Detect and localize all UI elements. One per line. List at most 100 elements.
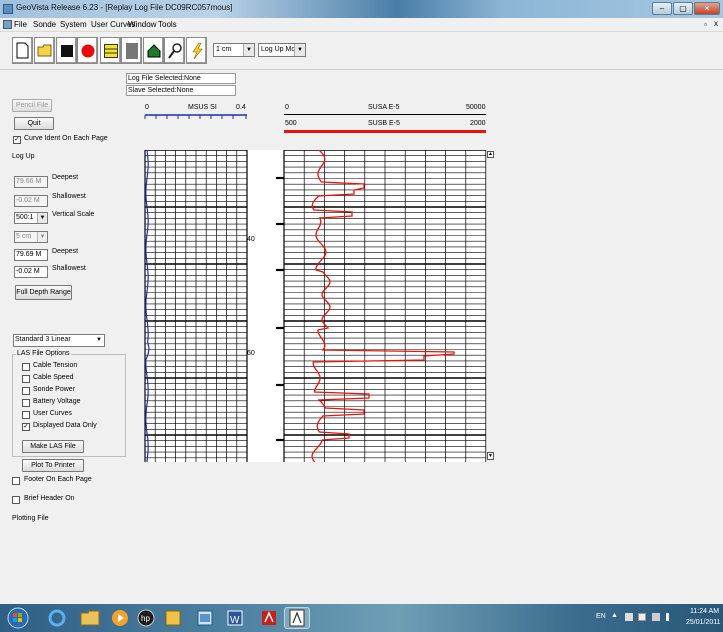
track2-grid <box>283 150 487 462</box>
new-document-icon <box>16 42 29 59</box>
chevron-down-icon[interactable]: ▼ <box>37 232 47 242</box>
plot-to-printer-button[interactable]: Plot To Printer <box>22 459 84 472</box>
gray-block-icon <box>125 42 138 59</box>
new-file-button[interactable] <box>12 37 33 64</box>
las-option-label: Battery Voltage <box>33 398 81 405</box>
taskbar-explorer[interactable] <box>77 607 103 629</box>
folder-icon <box>80 610 100 626</box>
las-option-checkbox[interactable] <box>22 399 30 407</box>
las-option-checkbox[interactable] <box>22 363 30 371</box>
house-button[interactable] <box>143 37 164 64</box>
track2b-max-label: 2000 <box>470 120 486 127</box>
folder-icon <box>37 44 52 57</box>
menu-tools[interactable]: Tools <box>158 20 177 29</box>
media-player-icon <box>112 610 128 626</box>
menu-file[interactable]: File <box>14 20 27 29</box>
template-value: Standard 3 Linear <box>15 336 71 343</box>
hp-icon: hp <box>137 609 155 627</box>
vertical-scale-label: Vertical Scale <box>52 211 95 218</box>
taskbar-hp[interactable]: hp <box>133 607 159 629</box>
doc-icon[interactable] <box>3 20 12 29</box>
mdi-restore-button[interactable]: ▫ <box>704 20 707 29</box>
tray-arrow-icon[interactable]: ▲ <box>611 612 618 619</box>
shallowest-field-2[interactable]: -0.02 M <box>14 266 48 278</box>
language-indicator[interactable]: EN <box>596 613 606 620</box>
cm-select[interactable]: 5 cm ▼ <box>14 231 48 243</box>
taskbar-app2[interactable] <box>192 607 218 629</box>
taskbar-media[interactable] <box>107 607 133 629</box>
gray-button[interactable] <box>121 37 142 64</box>
log-file-info: Log File Selected:None <box>126 73 236 84</box>
vertical-scale-select[interactable]: 500:1 ▼ <box>14 212 48 224</box>
depth-label-40: 40 <box>247 236 255 243</box>
word-icon: W <box>227 610 243 626</box>
track2-max-label: 50000 <box>466 104 486 111</box>
menu-sonde[interactable]: Sonde <box>33 20 56 29</box>
volume-icon[interactable] <box>666 613 674 621</box>
windows-start-icon <box>7 607 29 629</box>
taskbar-pdf[interactable] <box>256 607 282 629</box>
stop-button[interactable] <box>56 37 77 64</box>
red-circle-icon <box>81 44 94 57</box>
make-las-button[interactable]: Make LAS File <box>22 440 84 453</box>
track2-min-label: 0 <box>285 104 289 111</box>
taskbar-geovista[interactable] <box>284 607 310 629</box>
close-button[interactable]: ✕ <box>694 2 720 15</box>
scroll-down-icon[interactable]: ▼ <box>487 452 494 460</box>
lightning-button[interactable] <box>186 37 207 64</box>
menu-system[interactable]: System <box>60 20 87 29</box>
deepest-label-2: Deepest <box>52 248 79 255</box>
las-option-checkbox[interactable] <box>22 375 30 383</box>
open-file-button[interactable] <box>34 37 55 64</box>
track1-min-label: 0 <box>145 104 149 111</box>
plot-scrollbar[interactable]: ▲ ▼ <box>486 150 494 462</box>
taskbar: hp W EN ▲ 11:24 AM 25/01/2011 <box>0 604 723 632</box>
clock-time[interactable]: 11:24 AM <box>690 608 719 615</box>
las-options-title: LAS File Options <box>16 350 71 357</box>
start-button[interactable] <box>5 607 31 629</box>
track1-grid <box>144 150 248 462</box>
chevron-down-icon[interactable]: ▼ <box>94 335 104 346</box>
curve-ident-checkbox[interactable]: ✓ <box>13 136 21 144</box>
shallowest-label-2: Shallowest <box>52 265 86 272</box>
taskbar-app1[interactable] <box>160 607 186 629</box>
maximize-button[interactable]: ▢ <box>673 2 693 15</box>
scroll-up-icon[interactable]: ▲ <box>487 151 494 158</box>
mdi-close-button[interactable]: x <box>714 19 718 28</box>
las-option-checkbox[interactable]: ✓ <box>22 423 30 431</box>
menu-window[interactable]: Window <box>128 20 156 29</box>
chevron-down-icon[interactable]: ▼ <box>294 44 305 56</box>
brief-header-checkbox[interactable] <box>12 496 20 504</box>
search-button[interactable] <box>164 37 185 64</box>
menu-bar: File Sonde System User Curves Window Too… <box>0 18 723 32</box>
mode-combo[interactable]: Log Up Mode ▼ <box>258 43 306 57</box>
minimize-button[interactable]: – <box>652 2 672 15</box>
deepest-field-1[interactable]: 79.66 M <box>14 176 48 188</box>
log-plot[interactable]: 40 60 <box>144 150 494 462</box>
layout-button[interactable] <box>100 37 121 64</box>
brief-header-label: Brief Header On <box>24 495 75 502</box>
scale-combo[interactable]: 1 cm ▼ <box>213 43 255 57</box>
quit-button[interactable]: Quit <box>14 117 54 130</box>
template-select[interactable]: Standard 3 Linear ▼ <box>13 334 105 347</box>
geovista-icon <box>289 609 305 627</box>
taskbar-ie[interactable] <box>44 607 70 629</box>
las-option-checkbox[interactable] <box>22 387 30 395</box>
flag-icon[interactable] <box>625 613 633 621</box>
full-depth-range-button[interactable]: Full Depth Range <box>15 285 72 300</box>
battery-icon[interactable] <box>652 613 660 621</box>
shallowest-field-1[interactable]: -0.02 M <box>14 195 48 207</box>
clock-date[interactable]: 25/01/2011 <box>686 619 721 626</box>
blue-window-icon <box>197 610 213 626</box>
footer-checkbox[interactable] <box>12 477 20 485</box>
deepest-field-2[interactable]: 79.69 M <box>14 249 48 261</box>
taskbar-word[interactable]: W <box>222 607 248 629</box>
record-button[interactable] <box>77 37 98 64</box>
network-icon[interactable] <box>638 613 646 621</box>
chevron-down-icon[interactable]: ▼ <box>243 44 254 56</box>
track1-name-label: MSUS SI <box>188 104 217 111</box>
track1-curve <box>145 150 150 462</box>
chevron-down-icon[interactable]: ▼ <box>37 213 47 223</box>
las-option-checkbox[interactable] <box>22 411 30 419</box>
pencil-file-button[interactable]: Pencil File <box>12 99 52 112</box>
